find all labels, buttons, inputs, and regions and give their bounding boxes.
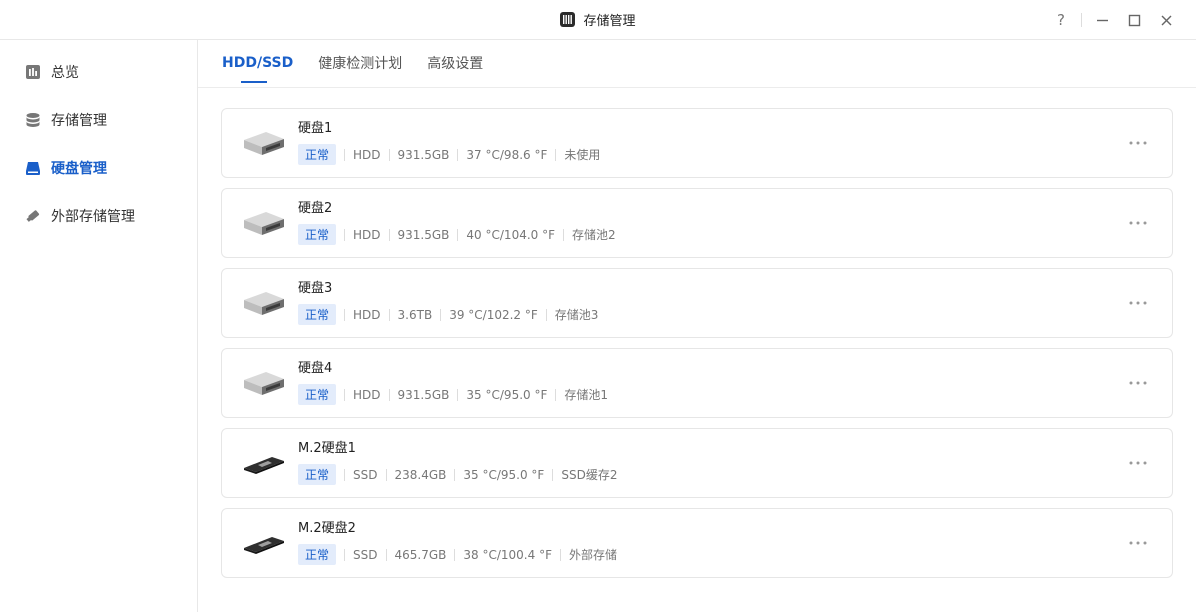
hdd-icon: [240, 365, 288, 401]
storage-app-icon: [560, 12, 576, 27]
disk-meta: 正常 HDD 931.5GB 35 °C/95.0 °F 存储池1: [298, 384, 616, 405]
disk-name: 硬盘1: [298, 121, 333, 136]
disk-card[interactable]: 硬盘4 正常 HDD 931.5GB 35 °C/95.0 °F 存储池1: [221, 348, 1173, 418]
disk-card[interactable]: 硬盘2 正常 HDD 931.5GB 40 °C/104.0 °F 存储池2: [221, 188, 1173, 258]
disk-usage: 存储池3: [545, 308, 607, 321]
sidebar-item-label: 外部存储管理: [51, 209, 135, 225]
sidebar-item-external-storage[interactable]: 外部存储管理: [0, 192, 197, 240]
title-bar: 存储管理 ?: [0, 0, 1196, 40]
disk-temperature: 40 °C/104.0 °F: [457, 228, 563, 241]
disk-name: M.2硬盘1: [298, 441, 356, 456]
disk-info: 硬盘3 正常 HDD 3.6TB 39 °C/102.2 °F 存储池3: [298, 281, 606, 325]
disk-info: 硬盘2 正常 HDD 931.5GB 40 °C/104.0 °F 存储池2: [298, 201, 624, 245]
disk-size: 3.6TB: [388, 308, 441, 321]
disk-card[interactable]: M.2硬盘2 正常 SSD 465.7GB 38 °C/100.4 °F 外部存储: [221, 508, 1173, 578]
disk-usage: 存储池2: [563, 228, 624, 241]
help-icon[interactable]: ?: [1045, 0, 1077, 40]
disk-name: 硬盘4: [298, 361, 333, 376]
disk-name: 硬盘3: [298, 281, 333, 296]
sidebar-item-label: 总览: [51, 65, 79, 81]
disk-name: 硬盘2: [298, 201, 333, 216]
disk-temperature: 35 °C/95.0 °F: [457, 388, 555, 401]
sidebar-item-label: 硬盘管理: [51, 161, 107, 177]
tab-advanced-settings[interactable]: 高级设置: [427, 39, 483, 87]
disk-meta: 正常 SSD 238.4GB 35 °C/95.0 °F SSD缓存2: [298, 464, 625, 485]
usb-drive-icon: [24, 207, 42, 225]
disk-info: M.2硬盘1 正常 SSD 238.4GB 35 °C/95.0 °F SSD缓存2: [298, 441, 625, 485]
disk-temperature: 39 °C/102.2 °F: [440, 308, 546, 321]
hdd-icon: [240, 285, 288, 321]
status-badge: 正常: [298, 304, 337, 325]
more-options-icon[interactable]: [1126, 371, 1150, 395]
disk-usage: 外部存储: [559, 548, 625, 561]
more-options-icon[interactable]: [1126, 531, 1150, 555]
disk-card[interactable]: 硬盘3 正常 HDD 3.6TB 39 °C/102.2 °F 存储池3: [221, 268, 1173, 338]
disk-usage: 未使用: [555, 148, 608, 161]
minimize-icon[interactable]: [1086, 0, 1118, 40]
disk-temperature: 35 °C/95.0 °F: [454, 468, 552, 481]
maximize-icon[interactable]: [1118, 0, 1150, 40]
disk-size: 931.5GB: [388, 388, 458, 401]
disk-temperature: 37 °C/98.6 °F: [457, 148, 555, 161]
disk-info: 硬盘4 正常 HDD 931.5GB 35 °C/95.0 °F 存储池1: [298, 361, 616, 405]
status-badge: 正常: [298, 464, 337, 485]
disk-type: HDD: [344, 148, 389, 161]
window-title-group: 存储管理: [560, 10, 636, 29]
hdd-icon: [240, 205, 288, 241]
tab-bar: HDD/SSD 健康检测计划 高级设置: [198, 40, 1196, 88]
close-icon[interactable]: [1150, 0, 1182, 40]
disk-type: SSD: [344, 548, 385, 561]
disk-meta: 正常 SSD 465.7GB 38 °C/100.4 °F 外部存储: [298, 544, 625, 565]
status-badge: 正常: [298, 544, 337, 565]
sidebar: 总览 存储管理 硬盘管理 外部存储管理: [0, 40, 198, 612]
disk-size: 238.4GB: [385, 468, 455, 481]
disk-info: M.2硬盘2 正常 SSD 465.7GB 38 °C/100.4 °F 外部存储: [298, 521, 625, 565]
more-options-icon[interactable]: [1126, 291, 1150, 315]
sidebar-item-label: 存储管理: [51, 113, 107, 129]
disk-card[interactable]: 硬盘1 正常 HDD 931.5GB 37 °C/98.6 °F 未使用: [221, 108, 1173, 178]
ssd-icon: [240, 525, 288, 561]
disk-meta: 正常 HDD 931.5GB 40 °C/104.0 °F 存储池2: [298, 224, 624, 245]
disk-type: HDD: [344, 388, 389, 401]
more-options-icon[interactable]: [1126, 211, 1150, 235]
ssd-icon: [240, 445, 288, 481]
status-badge: 正常: [298, 384, 337, 405]
disk-temperature: 38 °C/100.4 °F: [454, 548, 560, 561]
disk-info: 硬盘1 正常 HDD 931.5GB 37 °C/98.6 °F 未使用: [298, 121, 608, 165]
sidebar-item-disk-management[interactable]: 硬盘管理: [0, 144, 197, 192]
database-icon: [24, 111, 42, 129]
disk-usage: SSD缓存2: [552, 468, 625, 481]
status-badge: 正常: [298, 144, 337, 165]
tab-hdd-ssd[interactable]: HDD/SSD: [222, 39, 293, 87]
disk-list: 硬盘1 正常 HDD 931.5GB 37 °C/98.6 °F 未使用 硬盘2 正常 HDD 9…: [221, 108, 1173, 588]
disk-size: 465.7GB: [385, 548, 455, 561]
window-title: 存储管理: [583, 14, 636, 29]
status-badge: 正常: [298, 224, 337, 245]
disk-type: HDD: [344, 308, 389, 321]
sidebar-item-storage[interactable]: 存储管理: [0, 96, 197, 144]
disk-name: M.2硬盘2: [298, 521, 356, 536]
disk-usage: 存储池1: [555, 388, 616, 401]
disk-type: HDD: [344, 228, 389, 241]
disk-size: 931.5GB: [388, 228, 458, 241]
control-divider: [1081, 13, 1082, 27]
hdd-icon: [240, 125, 288, 161]
more-options-icon[interactable]: [1126, 131, 1150, 155]
more-options-icon[interactable]: [1126, 451, 1150, 475]
sidebar-item-overview[interactable]: 总览: [0, 48, 197, 96]
tab-health-check-schedule[interactable]: 健康检测计划: [318, 39, 402, 87]
disk-size: 931.5GB: [388, 148, 458, 161]
disk-card[interactable]: M.2硬盘1 正常 SSD 238.4GB 35 °C/95.0 °F SSD缓存2: [221, 428, 1173, 498]
disk-meta: 正常 HDD 3.6TB 39 °C/102.2 °F 存储池3: [298, 304, 606, 325]
disk-icon: [24, 159, 42, 177]
overview-icon: [24, 63, 42, 81]
window-controls: ?: [1045, 0, 1182, 40]
disk-meta: 正常 HDD 931.5GB 37 °C/98.6 °F 未使用: [298, 144, 608, 165]
disk-type: SSD: [344, 468, 385, 481]
